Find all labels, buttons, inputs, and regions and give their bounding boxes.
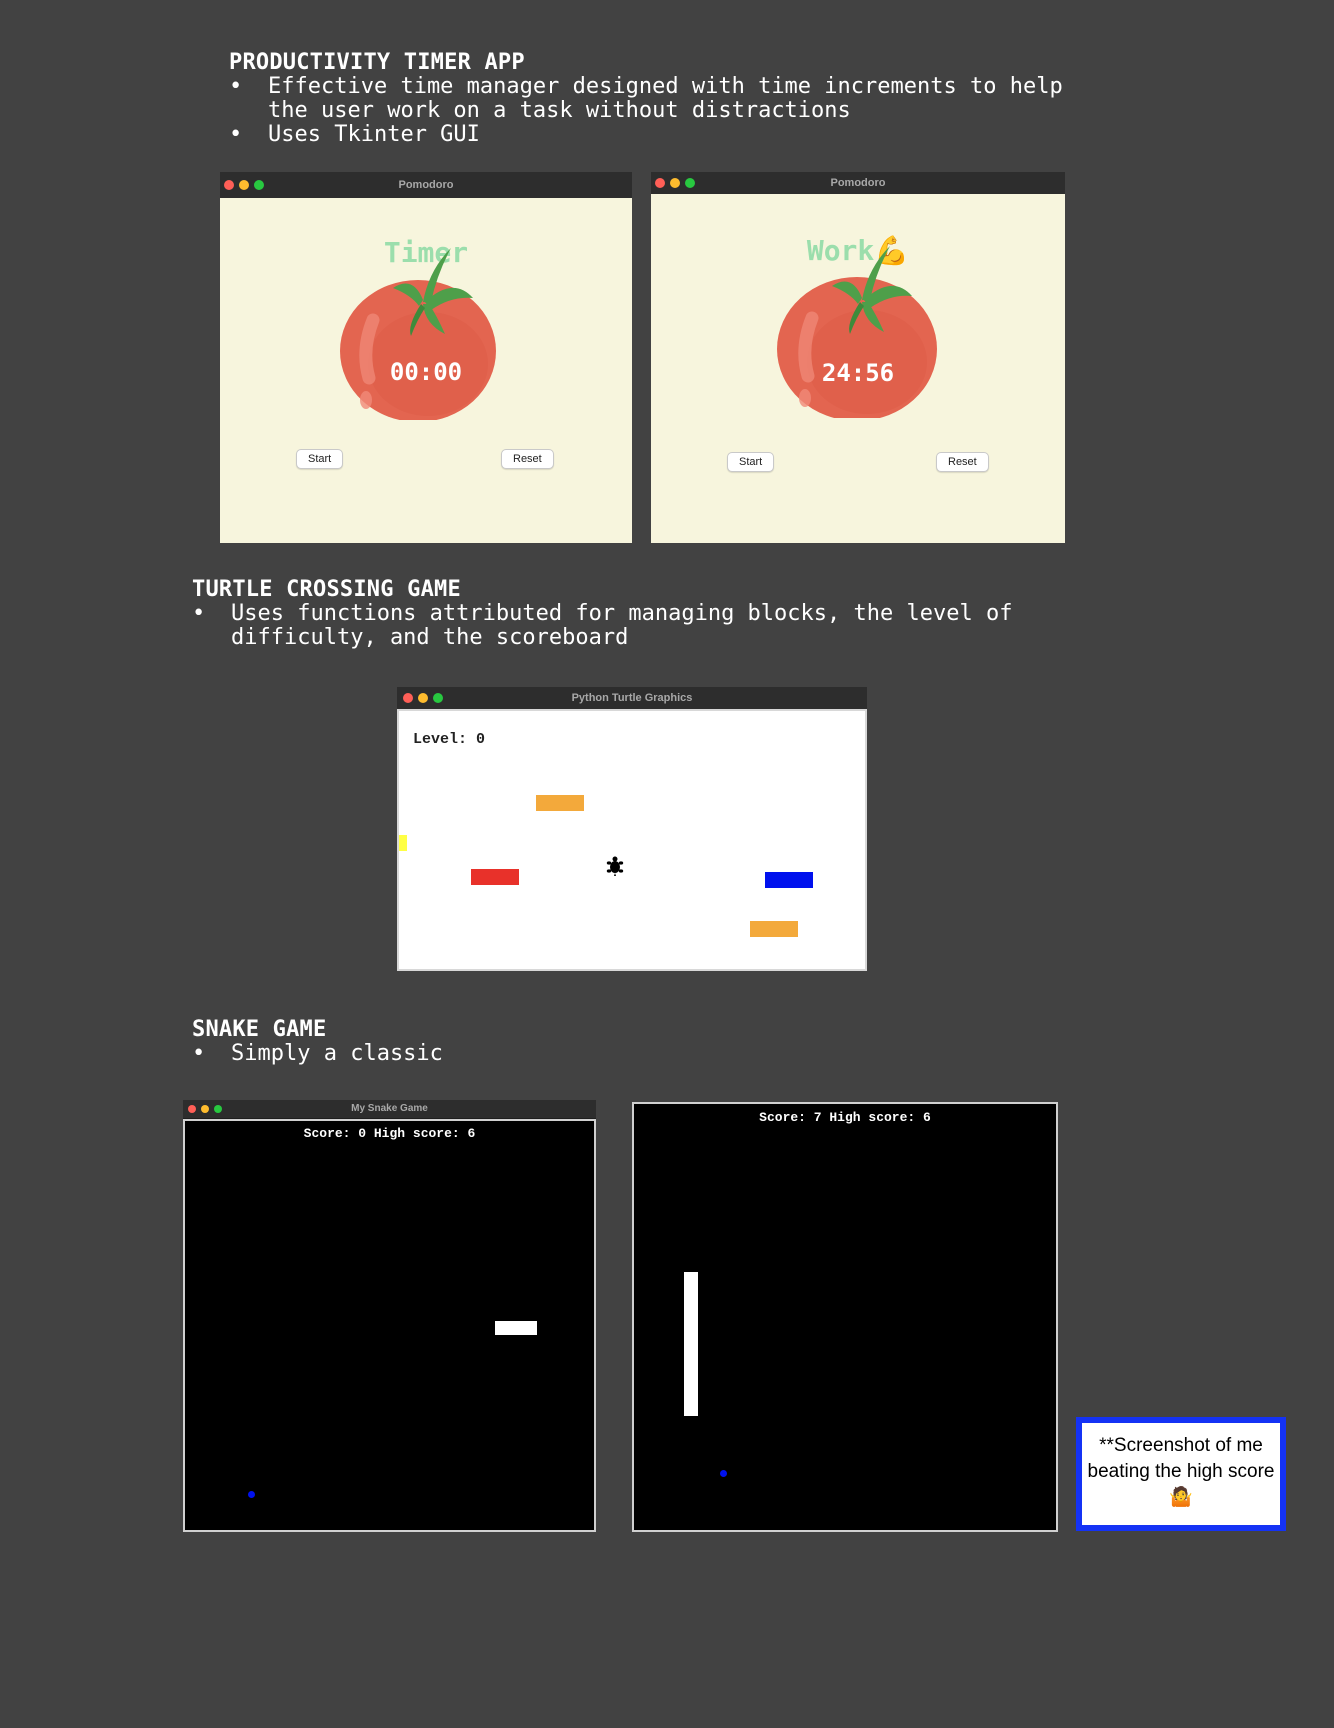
window-titlebar: My Snake Game bbox=[183, 1100, 596, 1119]
snake-window: My Snake Game Score: 0 High score: 6 bbox=[183, 1100, 596, 1532]
zoom-window-button[interactable] bbox=[254, 180, 264, 190]
snake-body bbox=[495, 1321, 537, 1335]
snake-canvas: Score: 0 High score: 6 bbox=[183, 1119, 596, 1532]
turtle-window: Python Turtle Graphics Level: 0 bbox=[397, 687, 867, 971]
car-block bbox=[765, 872, 813, 888]
bullet-item: Uses Tkinter GUI bbox=[229, 123, 1089, 148]
window-title: Python Turtle Graphics bbox=[571, 692, 693, 704]
pomodoro-window-timer: Pomodoro Timer 00:00 Start Reset bbox=[220, 172, 632, 543]
tomato-icon bbox=[777, 246, 937, 418]
level-display: Level: 0 bbox=[413, 731, 486, 748]
snake-canvas-high-score: Score: 7 High score: 6 bbox=[632, 1102, 1058, 1532]
pomodoro-canvas: Timer 00:00 Start Reset bbox=[220, 198, 632, 543]
minimize-window-button[interactable] bbox=[201, 1105, 209, 1113]
food-dot bbox=[248, 1491, 255, 1498]
zoom-window-button[interactable] bbox=[433, 693, 443, 703]
close-window-button[interactable] bbox=[655, 178, 665, 188]
food-dot bbox=[720, 1470, 727, 1477]
turtle-section-title: TURTLE CROSSING GAME bbox=[192, 577, 461, 602]
minimize-window-button[interactable] bbox=[239, 180, 249, 190]
reset-button[interactable]: Reset bbox=[501, 449, 554, 469]
minimize-window-button[interactable] bbox=[670, 178, 680, 188]
car-block bbox=[536, 795, 584, 811]
scoreboard: Score: 7 High score: 6 bbox=[759, 1110, 931, 1125]
window-title: Pomodoro bbox=[398, 179, 454, 191]
car-block bbox=[750, 921, 798, 937]
window-titlebar: Pomodoro bbox=[220, 172, 632, 199]
start-button[interactable]: Start bbox=[727, 452, 775, 472]
car-block bbox=[399, 835, 407, 851]
window-title: My Snake Game bbox=[351, 1103, 428, 1114]
close-window-button[interactable] bbox=[403, 693, 413, 703]
close-window-button[interactable] bbox=[188, 1105, 196, 1113]
car-block bbox=[471, 869, 519, 885]
snake-body bbox=[684, 1272, 698, 1416]
turtle-bullets: Uses functions attributed for managing b… bbox=[192, 602, 1022, 650]
tomato-icon bbox=[340, 248, 496, 420]
close-window-button[interactable] bbox=[224, 180, 234, 190]
scoreboard: Score: 0 High score: 6 bbox=[303, 1126, 476, 1141]
note-text: **Screenshot of me beating the high scor… bbox=[1087, 1435, 1275, 1508]
start-button[interactable]: Start bbox=[296, 449, 344, 469]
pomodoro-canvas: Work💪 24:56 Start Reset bbox=[651, 194, 1065, 543]
minimize-window-button[interactable] bbox=[418, 693, 428, 703]
timer-display: 24:56 bbox=[821, 359, 895, 387]
pomodoro-section-title: PRODUCTIVITY TIMER APP bbox=[229, 50, 525, 75]
window-titlebar: Pomodoro bbox=[651, 172, 1065, 195]
pomodoro-bullets: Effective time manager designed with tim… bbox=[229, 75, 1089, 148]
zoom-window-button[interactable] bbox=[685, 178, 695, 188]
bullet-item: Effective time manager designed with tim… bbox=[229, 75, 1089, 123]
turtle-canvas: Level: 0 bbox=[397, 709, 867, 971]
timer-display: 00:00 bbox=[389, 358, 463, 386]
turtle-icon bbox=[606, 856, 624, 876]
window-titlebar: Python Turtle Graphics bbox=[397, 687, 867, 710]
bullet-item: Simply a classic bbox=[192, 1042, 792, 1067]
zoom-window-button[interactable] bbox=[214, 1105, 222, 1113]
pomodoro-window-work: Pomodoro Work💪 24:56 Start Reset bbox=[651, 172, 1065, 543]
window-title: Pomodoro bbox=[830, 177, 886, 189]
snake-section-title: SNAKE GAME bbox=[192, 1017, 327, 1042]
high-score-note: **Screenshot of me beating the high scor… bbox=[1076, 1417, 1286, 1531]
reset-button[interactable]: Reset bbox=[936, 452, 989, 472]
bullet-item: Uses functions attributed for managing b… bbox=[192, 602, 1022, 650]
snake-bullets: Simply a classic bbox=[192, 1042, 792, 1067]
